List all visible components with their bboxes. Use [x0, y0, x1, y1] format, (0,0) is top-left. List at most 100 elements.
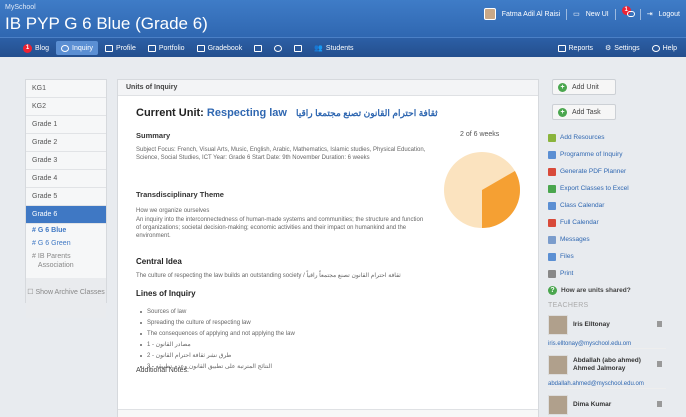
unit-name-link[interactable]: Respecting law — [207, 107, 287, 119]
chat-bubble-icon — [274, 44, 283, 52]
teacher-name[interactable]: Iris Elltonay — [573, 321, 610, 329]
nav-blog[interactable]: 1 Blog — [18, 41, 54, 55]
bullet-dot — [140, 311, 142, 313]
class-calendar-link[interactable]: Class Calendar — [548, 197, 666, 214]
sidebar-item-grade-4[interactable]: Grade 4 — [26, 170, 106, 188]
class-label: G 6 Blue — [37, 227, 67, 234]
teacher-email[interactable]: iris.elltonay@myschool.edu.om — [548, 339, 666, 349]
new-ui-link[interactable]: New UI — [586, 11, 609, 18]
trash-icon[interactable] — [657, 401, 662, 407]
teacher-name[interactable]: Dima Kumar — [573, 401, 611, 409]
teachers-heading: TEACHERS — [548, 302, 589, 309]
class-label: G 6 Green — [37, 240, 71, 247]
central-idea-heading: Central Idea — [136, 257, 182, 266]
nav-inquiry[interactable]: Inquiry — [56, 41, 99, 55]
document-icon — [548, 150, 556, 159]
nav-folder[interactable] — [289, 41, 307, 55]
list-item: The consequences of applying and not app… — [140, 329, 420, 340]
list-item: 2 - طرق نشر ثقافة احترام القانون — [140, 351, 420, 362]
nav-students[interactable]: 👥 Students — [309, 41, 358, 55]
programme-of-inquiry-link[interactable]: Programme of Inquiry — [548, 146, 666, 163]
nav-reports[interactable]: Reports — [553, 41, 599, 55]
panel-footer — [118, 409, 538, 417]
lines-heading: Lines of Inquiry — [136, 289, 196, 298]
units-panel: Units of Inquiry Current Unit: Respectin… — [117, 79, 539, 417]
folder-icon — [294, 44, 303, 52]
user-area: Fatma Adil Al Raisi ▭ New UI 1 ⇥ Logout — [483, 6, 680, 20]
add-task-button[interactable]: + Add Task — [552, 104, 616, 120]
message-icon — [548, 235, 556, 244]
user-name[interactable]: Fatma Adil Al Raisi — [502, 11, 560, 18]
gear-icon: ⚙ — [605, 45, 612, 52]
line-text: Spreading the culture of respecting law — [147, 320, 251, 326]
teacher-card: Dima Kumar — [548, 391, 666, 417]
divider — [639, 8, 641, 20]
help-icon: ? — [548, 286, 557, 295]
show-archive-button[interactable]: ☐ Show Archive Classes — [26, 278, 106, 318]
sidebar-class-parents[interactable]: # IB Parents Association — [26, 250, 106, 272]
divider — [566, 8, 568, 20]
help-icon — [651, 44, 660, 52]
profile-icon — [105, 44, 114, 52]
link-label: Files — [560, 253, 574, 260]
list-item: Spreading the culture of respecting law — [140, 318, 420, 329]
calendar-icon — [548, 218, 556, 227]
sidebar-item-kg1[interactable]: KG1 — [26, 80, 106, 98]
teacher-email[interactable]: abdallah.ahmed@myschool.edu.om — [548, 379, 666, 389]
line-text: The consequences of applying and not app… — [147, 331, 295, 337]
sidebar-class-g6-blue[interactable]: # G 6 Blue — [26, 224, 106, 237]
messages-link[interactable]: Messages — [548, 231, 666, 248]
nav-portfolio[interactable]: Portfolio — [143, 41, 190, 55]
sharing-help-link[interactable]: ? How are units shared? — [548, 282, 666, 299]
sidebar-item-kg2[interactable]: KG2 — [26, 98, 106, 116]
print-link[interactable]: Print — [548, 265, 666, 282]
theme-heading: Transdisciplinary Theme — [136, 190, 224, 199]
actions-panel: + Add Unit + Add Task Add Resources Prog… — [548, 79, 666, 417]
add-task-label: Add Task — [572, 108, 601, 116]
trash-icon[interactable] — [657, 321, 662, 327]
add-unit-button[interactable]: + Add Unit — [552, 79, 616, 95]
resources-icon — [548, 133, 556, 142]
nav-help[interactable]: Help — [647, 41, 682, 55]
link-label: Generate PDF Planner — [560, 168, 627, 175]
app-header: MySchool IB PYP G 6 Blue (Grade 6) Fatma… — [0, 0, 686, 37]
nav-gradebook[interactable]: Gradebook — [192, 41, 248, 55]
files-link[interactable]: Files — [548, 248, 666, 265]
logout-link[interactable]: Logout — [659, 11, 680, 18]
add-resources-link[interactable]: Add Resources — [548, 129, 666, 146]
full-calendar-link[interactable]: Full Calendar — [548, 214, 666, 231]
sidebar-item-grade-2[interactable]: Grade 2 — [26, 134, 106, 152]
nav-settings[interactable]: ⚙ Settings — [600, 41, 645, 55]
weeks-progress: 2 of 6 weeks — [460, 131, 500, 138]
notifications-button[interactable]: 1 — [621, 6, 635, 19]
export-excel-link[interactable]: Export Classes to Excel — [548, 180, 666, 197]
lines-list: Sources of law Spreading the culture of … — [140, 307, 420, 373]
sidebar-class-g6-green[interactable]: # G 6 Green — [26, 237, 106, 250]
sidebar-item-grade-6[interactable]: Grade 6 — [26, 206, 106, 224]
teacher-card: Iris Elltonay — [548, 311, 666, 339]
sidebar-item-grade-3[interactable]: Grade 3 — [26, 152, 106, 170]
school-name[interactable]: MySchool — [5, 4, 36, 11]
summary-text: Subject Focus: French, Visual Arts, Musi… — [136, 147, 426, 161]
generate-pdf-link[interactable]: Generate PDF Planner — [548, 163, 666, 180]
teacher-avatar — [548, 315, 568, 335]
divider — [614, 8, 616, 20]
nav-blog-label: Blog — [35, 44, 50, 52]
sidebar-item-grade-1[interactable]: Grade 1 — [26, 116, 106, 134]
user-avatar[interactable] — [483, 8, 496, 20]
nav-chat[interactable] — [269, 41, 287, 55]
nav-profile-label: Profile — [116, 44, 136, 52]
trash-icon[interactable] — [657, 361, 662, 367]
hash-icon: # — [32, 253, 36, 260]
line-text: 1 - مصادر القانون — [147, 342, 191, 348]
nav-grid[interactable] — [249, 41, 267, 55]
teacher-name[interactable]: Abdallah (abo ahmed) Ahmed Jalmoray — [573, 357, 643, 373]
nav-gradebook-label: Gradebook — [207, 44, 243, 52]
grid-icon — [254, 44, 263, 52]
page-title: IB PYP G 6 Blue (Grade 6) — [5, 14, 208, 33]
sidebar-item-grade-5[interactable]: Grade 5 — [26, 188, 106, 206]
nav-profile[interactable]: Profile — [100, 41, 141, 55]
files-icon — [548, 252, 556, 261]
nav-students-label: Students — [325, 44, 354, 52]
list-item: Sources of law — [140, 307, 420, 318]
